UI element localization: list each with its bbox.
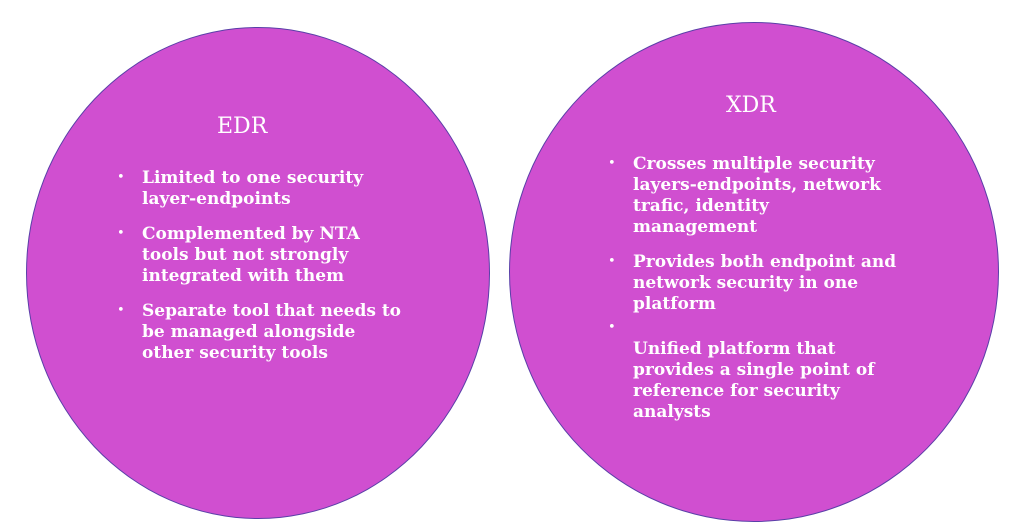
- bullet-icon: •: [608, 320, 616, 335]
- edr-item-text: Complemented by NTA tools but not strong…: [142, 224, 360, 286]
- xdr-item-text: Unified platform that provides a single …: [633, 339, 875, 422]
- xdr-list-item: • Unified platform that provides a singl…: [608, 318, 898, 423]
- edr-item-text: Separate tool that needs to be managed a…: [142, 301, 402, 363]
- edr-list-item: • Separate tool that needs to be managed…: [117, 301, 407, 364]
- xdr-list: • Crosses multiple security layers-endpo…: [608, 154, 898, 437]
- edr-list: • Limited to one security layer-endpoint…: [117, 168, 407, 378]
- bullet-icon: •: [117, 303, 125, 318]
- bullet-icon: •: [117, 170, 125, 185]
- bullet-icon: •: [608, 254, 616, 269]
- edr-list-item: • Limited to one security layer-endpoint…: [117, 168, 407, 210]
- xdr-list-item: • Crosses multiple security layers-endpo…: [608, 154, 898, 238]
- edr-title: EDR: [217, 114, 268, 139]
- xdr-title: XDR: [726, 93, 776, 118]
- xdr-list-item: • Provides both endpoint and network sec…: [608, 252, 898, 315]
- xdr-item-text: Crosses multiple security layers-endpoin…: [633, 154, 881, 237]
- edr-list-item: • Complemented by NTA tools but not stro…: [117, 224, 407, 287]
- bullet-icon: •: [608, 156, 616, 171]
- xdr-item-text: Provides both endpoint and network secur…: [633, 252, 897, 314]
- edr-item-text: Limited to one security layer-endpoints: [142, 168, 364, 209]
- bullet-icon: •: [117, 226, 125, 241]
